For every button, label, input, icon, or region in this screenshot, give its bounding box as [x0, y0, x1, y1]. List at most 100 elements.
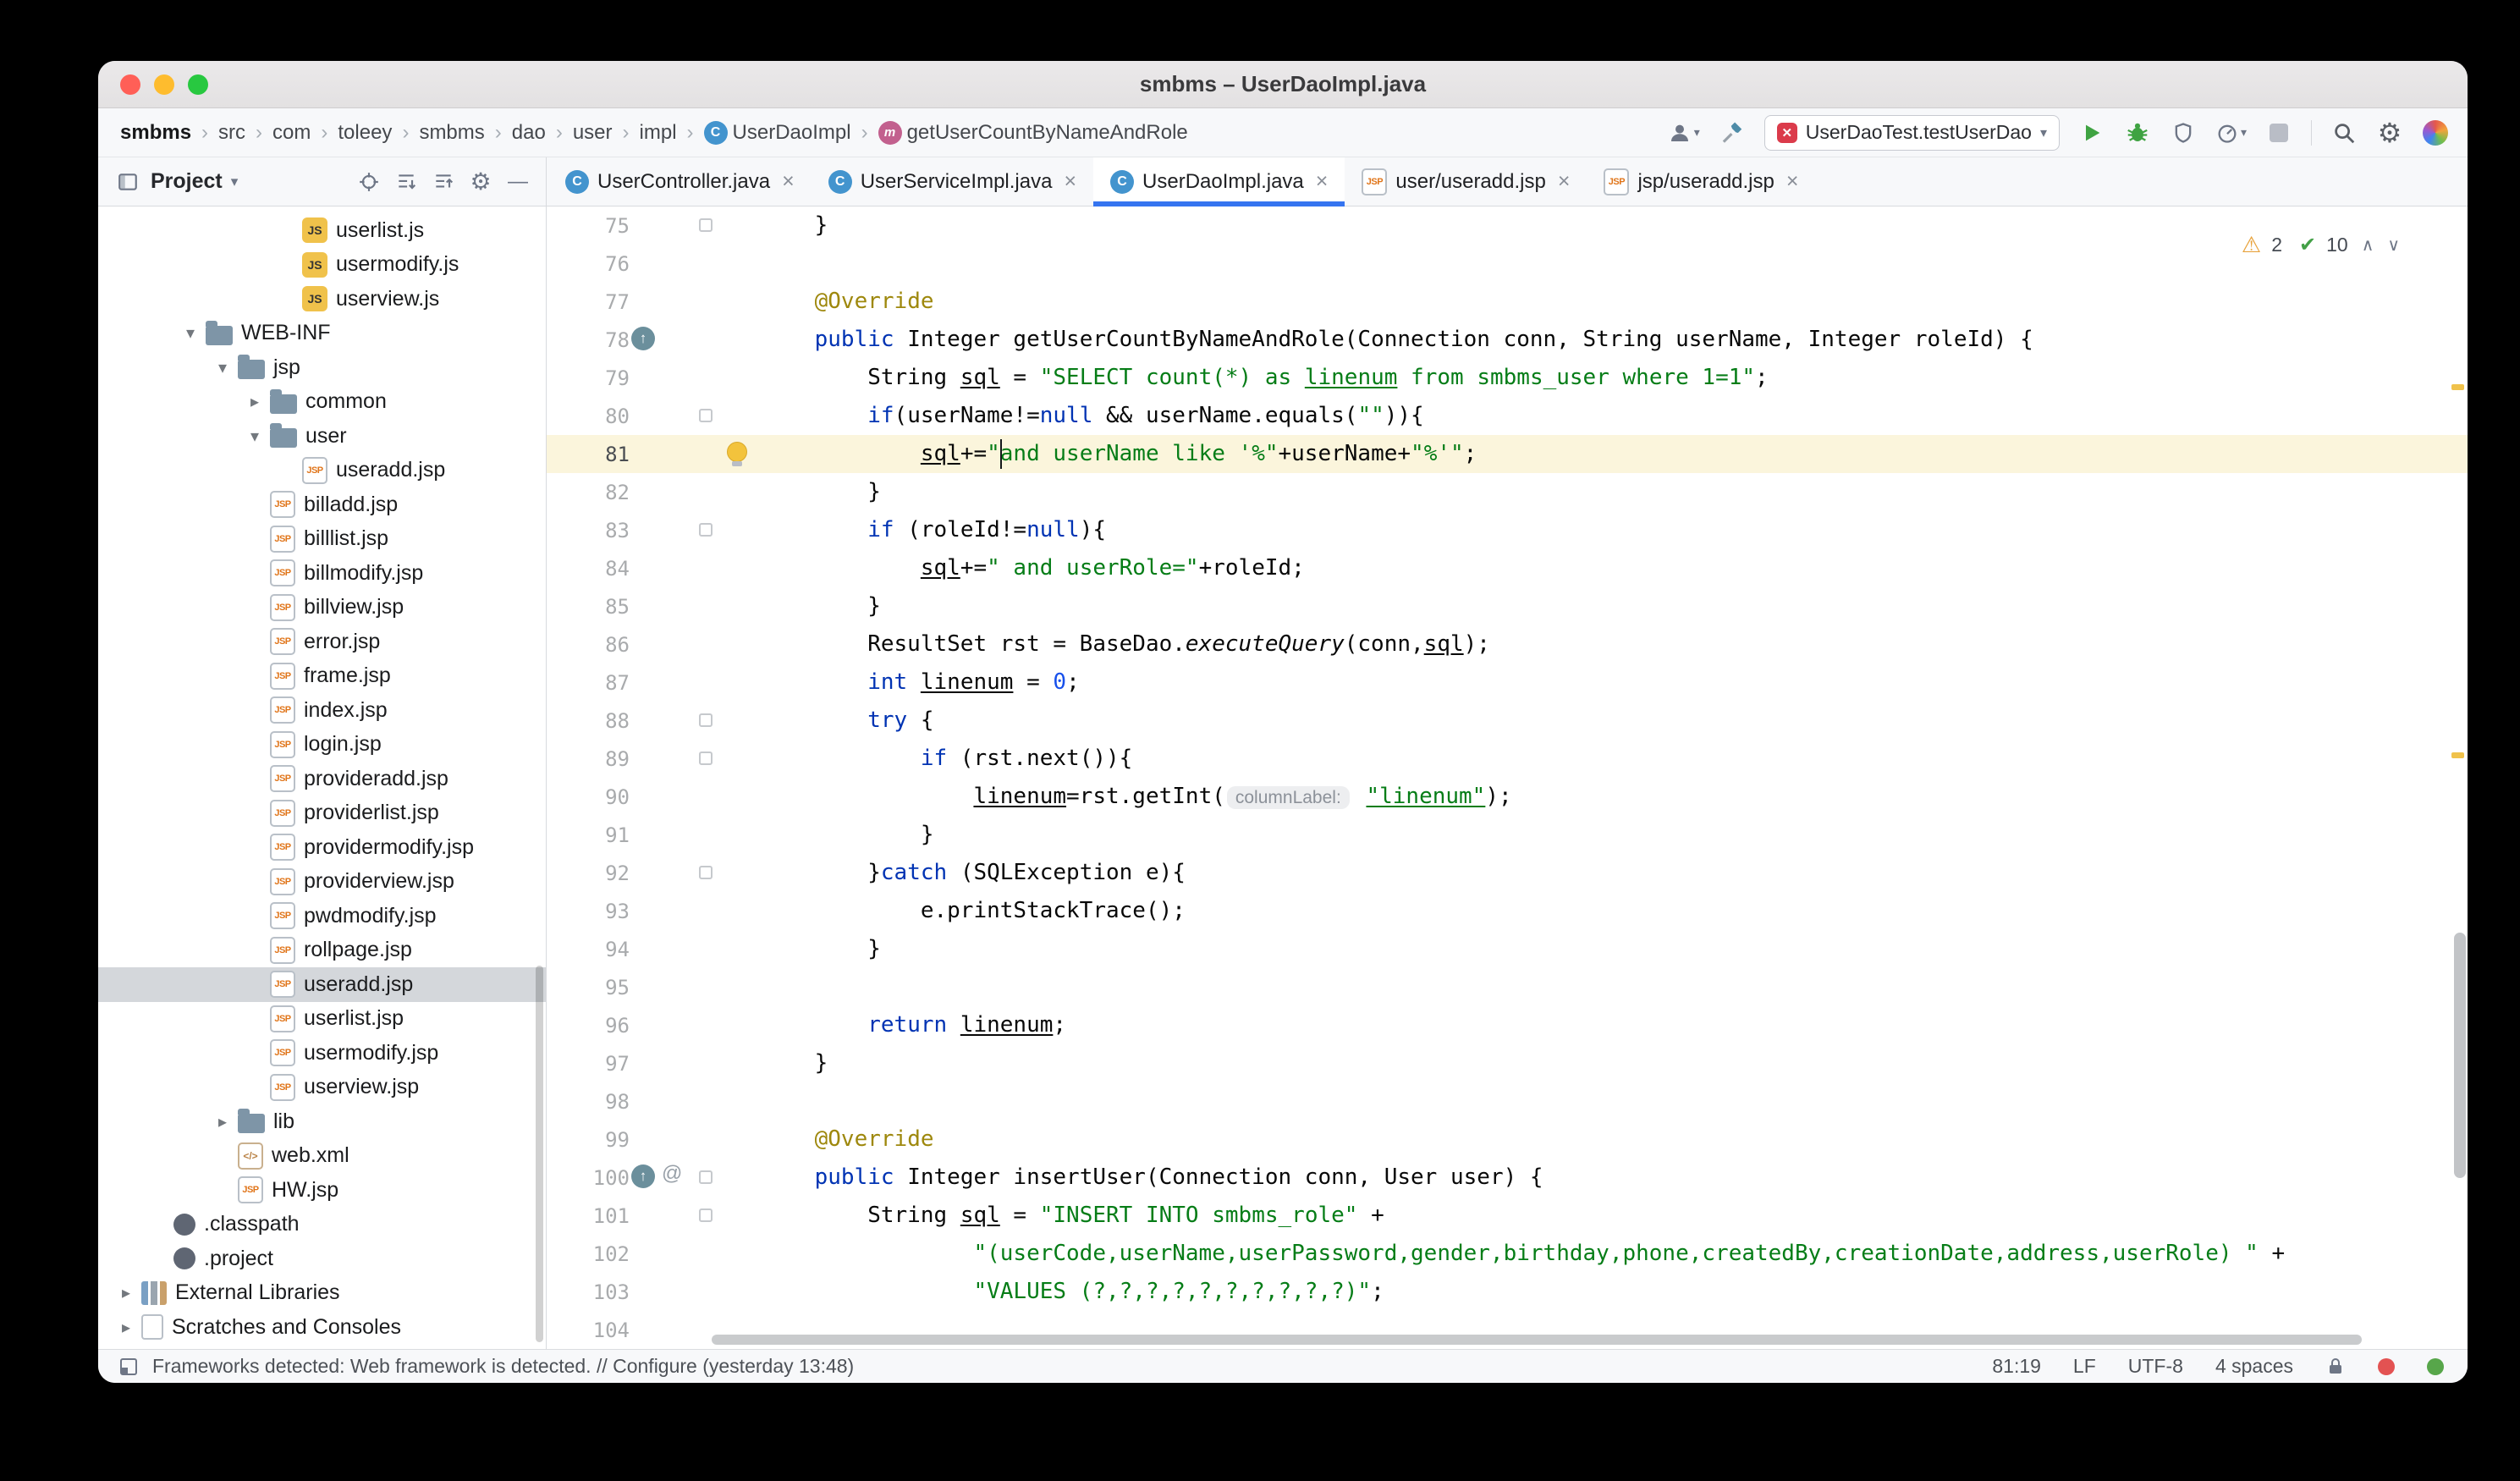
breadcrumb-item[interactable]: com	[272, 121, 311, 145]
code-line[interactable]: 100↑@ public Integer insertUser(Connecti…	[547, 1159, 2468, 1197]
tree-item[interactable]: JSPlogin.jsp	[98, 728, 546, 763]
line-number[interactable]: 104	[547, 1319, 630, 1342]
breadcrumb-item[interactable]: impl	[640, 121, 677, 145]
inspections-widget[interactable]: ⚠ 2 ✔ 10 ∧ ∨	[2233, 228, 2408, 262]
user-account-icon[interactable]: ▾	[1667, 118, 1700, 148]
line-number[interactable]: 76	[547, 252, 630, 276]
editor-tab[interactable]: CUserDaoImpl.java×	[1093, 157, 1345, 206]
chevron-right-icon[interactable]: ▸	[207, 1111, 238, 1132]
notifications-icon[interactable]	[2378, 1358, 2395, 1375]
line-number[interactable]: 96	[547, 1014, 630, 1038]
line-number[interactable]: 99	[547, 1128, 630, 1152]
line-number[interactable]: 92	[547, 862, 630, 885]
tree-item[interactable]: </>web.xml	[98, 1139, 546, 1174]
profiler-button[interactable]: ▾	[2215, 118, 2247, 148]
code-line[interactable]: 77 @Override	[547, 283, 2468, 321]
tree-item[interactable]: JSPprovideradd.jsp	[98, 762, 546, 796]
chevron-right-icon[interactable]: ▸	[239, 391, 270, 412]
line-number[interactable]: 94	[547, 938, 630, 961]
code-line[interactable]: 101 String sql = "INSERT INTO smbms_role…	[547, 1197, 2468, 1235]
override-method-icon[interactable]: ↑	[631, 1164, 655, 1188]
code-line[interactable]: 96 return linenum;	[547, 1006, 2468, 1044]
code-line[interactable]: 99 @Override	[547, 1120, 2468, 1159]
breadcrumb-item[interactable]: CUserDaoImpl	[704, 121, 851, 145]
code-line[interactable]: 97 }	[547, 1044, 2468, 1082]
tree-item[interactable]: ▾WEB-INF	[98, 317, 546, 351]
project-panel-title[interactable]: Project	[151, 169, 223, 194]
editor-tab[interactable]: JSPuser/useradd.jsp×	[1345, 157, 1587, 206]
breadcrumb-item[interactable]: mgetUserCountByNameAndRole	[878, 121, 1188, 145]
line-number[interactable]: 87	[547, 671, 630, 695]
tree-item[interactable]: ▸common	[98, 385, 546, 420]
hide-panel-icon[interactable]: —	[503, 168, 532, 196]
close-icon[interactable]: ×	[1558, 171, 1571, 192]
line-number[interactable]: 82	[547, 481, 630, 504]
line-number[interactable]: 86	[547, 633, 630, 657]
readonly-lock-icon[interactable]	[2325, 1357, 2346, 1377]
fold-marker-icon[interactable]	[699, 752, 713, 765]
run-button[interactable]	[2078, 118, 2105, 148]
close-icon[interactable]: ×	[1064, 171, 1076, 192]
tree-item[interactable]: ▸Scratches and Consoles	[98, 1310, 546, 1345]
code-line[interactable]: 83 if (roleId!=null){	[547, 511, 2468, 549]
indent-style[interactable]: 4 spaces	[2215, 1355, 2293, 1378]
prev-problem-icon[interactable]: ∧	[2362, 234, 2374, 256]
tree-scrollbar[interactable]	[536, 966, 543, 1342]
override-method-icon[interactable]: ↑	[631, 327, 655, 350]
chevron-down-icon[interactable]: ▾	[231, 173, 239, 190]
line-number[interactable]: 89	[547, 747, 630, 771]
code-editor[interactable]: 75 }7677 @Override78↑ public Integer get…	[547, 206, 2468, 1349]
code-line[interactable]: 95	[547, 968, 2468, 1006]
line-number[interactable]: 88	[547, 709, 630, 733]
fold-marker-icon[interactable]	[699, 409, 713, 422]
next-problem-icon[interactable]: ∨	[2387, 234, 2400, 256]
line-number[interactable]: 90	[547, 785, 630, 809]
tree-item[interactable]: JSProllpage.jsp	[98, 933, 546, 968]
build-hammer-icon[interactable]	[1719, 118, 1746, 148]
tree-item[interactable]: ▸lib	[98, 1104, 546, 1139]
line-number[interactable]: 81	[547, 443, 630, 466]
code-line[interactable]: 92 }catch (SQLException e){	[547, 854, 2468, 892]
tree-item[interactable]: JSPHW.jsp	[98, 1173, 546, 1208]
ide-colorful-logo-icon[interactable]	[2422, 118, 2449, 148]
code-line[interactable]: 75 }	[547, 206, 2468, 245]
line-number[interactable]: 100	[547, 1166, 630, 1190]
search-everywhere-icon[interactable]	[2330, 118, 2358, 148]
tree-item[interactable]: JSPuserlist.jsp	[98, 1002, 546, 1037]
chevron-right-icon[interactable]: ▸	[111, 1282, 141, 1303]
line-number[interactable]: 77	[547, 290, 630, 314]
breadcrumb-item[interactable]: smbms	[120, 121, 191, 145]
fold-marker-icon[interactable]	[699, 713, 713, 727]
line-number[interactable]: 78	[547, 328, 630, 352]
caret-position[interactable]: 81:19	[1992, 1355, 2041, 1378]
status-message[interactable]: Frameworks detected: Web framework is de…	[152, 1355, 854, 1378]
breadcrumb-item[interactable]: src	[218, 121, 245, 145]
tree-item[interactable]: JSPbilladd.jsp	[98, 487, 546, 522]
locate-file-icon[interactable]	[355, 168, 383, 196]
editor-tab[interactable]: CUserServiceImpl.java×	[812, 157, 1093, 206]
line-number[interactable]: 93	[547, 900, 630, 923]
fold-marker-icon[interactable]	[699, 866, 713, 879]
line-number[interactable]: 79	[547, 366, 630, 390]
code-line[interactable]: 81 sql+="and userName like '%"+userName+…	[547, 435, 2468, 473]
tree-item[interactable]: JSPuserview.jsp	[98, 1071, 546, 1105]
tree-item[interactable]: ▾user	[98, 419, 546, 454]
file-encoding[interactable]: UTF-8	[2128, 1355, 2183, 1378]
code-line[interactable]: 94 }	[547, 930, 2468, 968]
code-line[interactable]: 86 ResultSet rst = BaseDao.executeQuery(…	[547, 625, 2468, 663]
line-number[interactable]: 84	[547, 557, 630, 581]
fold-marker-icon[interactable]	[699, 523, 713, 537]
stop-button[interactable]	[2265, 118, 2292, 148]
line-number[interactable]: 83	[547, 519, 630, 542]
warning-stripe-mark[interactable]	[2451, 384, 2464, 390]
editor-tab[interactable]: CUserController.java×	[548, 157, 812, 206]
close-icon[interactable]: ×	[1786, 171, 1799, 192]
line-number[interactable]: 102	[547, 1242, 630, 1266]
tree-item[interactable]: JSPframe.jsp	[98, 659, 546, 694]
line-number[interactable]: 103	[547, 1280, 630, 1304]
tree-item[interactable]: JSPprovidermodify.jsp	[98, 830, 546, 865]
tree-item[interactable]: ▾jsp	[98, 350, 546, 385]
code-line[interactable]: 98	[547, 1082, 2468, 1120]
panel-options-gear-icon[interactable]: ⚙	[466, 168, 495, 196]
tree-item[interactable]: JSPproviderlist.jsp	[98, 796, 546, 831]
